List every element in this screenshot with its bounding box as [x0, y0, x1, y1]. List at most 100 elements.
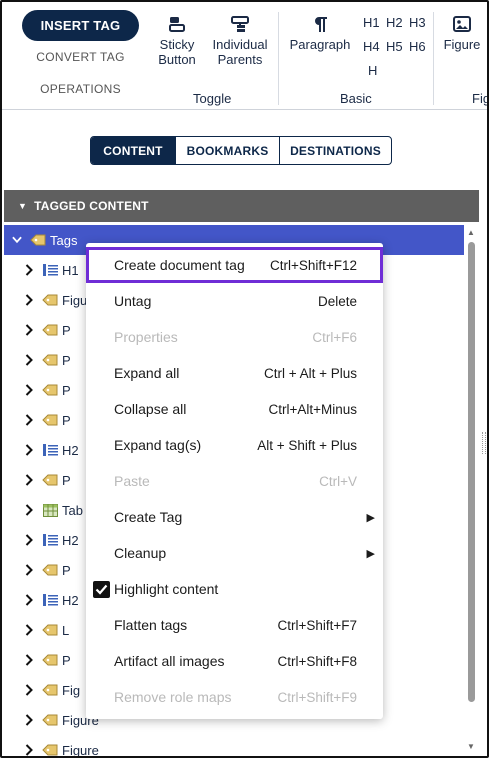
figure-tag-button[interactable]: Figure: [440, 16, 484, 52]
paragraph-tag-button[interactable]: Paragraph: [286, 16, 354, 52]
chevron-right-icon[interactable]: [24, 465, 34, 495]
tag-icon: [42, 653, 58, 667]
menu-item-artifact-all-images[interactable]: Artifact all images Ctrl+Shift+F8: [86, 643, 383, 679]
figure-label: Figure: [443, 37, 481, 52]
h5-tag-button[interactable]: H5: [386, 39, 403, 54]
tree-item-label: H2: [62, 442, 79, 458]
menu-item-untag[interactable]: Untag Delete: [86, 283, 383, 319]
menu-item-label: Create Tag: [114, 509, 183, 525]
sticky-button-toggle[interactable]: Sticky Button: [154, 16, 200, 67]
checkbox-checked-icon[interactable]: [93, 580, 110, 598]
heading-icon: [42, 593, 58, 607]
chevron-right-icon[interactable]: [24, 315, 34, 345]
convert-tag-button[interactable]: CONVERT TAG: [22, 50, 139, 64]
chevron-right-icon[interactable]: [24, 585, 34, 615]
tree-item-label: H1: [62, 262, 79, 278]
individual-parents-icon: [231, 16, 249, 32]
menu-item-label: Artifact all images: [114, 653, 225, 669]
h6-tag-button[interactable]: H6: [409, 39, 426, 54]
sticky-button-label: Sticky Button: [158, 37, 196, 67]
tagged-content-title: TAGGED CONTENT: [34, 199, 149, 213]
collapse-triangle-icon: ▼: [18, 201, 28, 211]
chevron-right-icon[interactable]: [24, 675, 34, 705]
tag-icon: [42, 473, 58, 487]
tab-content[interactable]: CONTENT: [91, 137, 175, 164]
menu-item-label: Collapse all: [114, 401, 187, 417]
menu-item-flatten-tags[interactable]: Flatten tags Ctrl+Shift+F7: [86, 607, 383, 643]
paragraph-label: Paragraph: [289, 37, 351, 52]
menu-item-shortcut: Ctrl + Alt + Plus: [263, 365, 357, 381]
menu-item-expand-all[interactable]: Expand all Ctrl + Alt + Plus: [86, 355, 383, 391]
tag-icon: [42, 683, 58, 697]
chevron-right-icon[interactable]: [24, 405, 34, 435]
menu-item-collapse-all[interactable]: Collapse all Ctrl+Alt+Minus: [86, 391, 383, 427]
menu-item-remove-role-maps: Remove role maps Ctrl+Shift+F9: [86, 679, 383, 715]
menu-item-label: Remove role maps: [114, 689, 232, 705]
tree-item-label: Tab: [62, 502, 83, 518]
chevron-right-icon[interactable]: [24, 645, 34, 675]
tag-icon: [42, 353, 58, 367]
menu-item-label: Highlight content: [114, 581, 219, 597]
h4-tag-button[interactable]: H4: [363, 39, 380, 54]
h-tag-button[interactable]: H: [368, 63, 377, 78]
menu-item-shortcut: Ctrl+Shift+F7: [277, 617, 357, 633]
image-icon: [453, 16, 471, 32]
menu-item-create-tag[interactable]: Create Tag ▶: [86, 499, 383, 535]
menu-item-expand-tag-s[interactable]: Expand tag(s) Alt + Shift + Plus: [86, 427, 383, 463]
tab-bookmarks[interactable]: BOOKMARKS: [175, 137, 279, 164]
tree-item-label: P: [62, 382, 71, 398]
tag-icon: [30, 233, 46, 247]
scrollbar-thumb[interactable]: [468, 242, 475, 702]
menu-item-label: Flatten tags: [114, 617, 188, 633]
tree-item[interactable]: Figure: [4, 735, 464, 758]
chevron-right-icon[interactable]: [24, 435, 34, 465]
insert-tag-button[interactable]: INSERT TAG: [22, 10, 139, 41]
chevron-right-icon[interactable]: [24, 615, 34, 645]
chevron-right-icon[interactable]: [24, 705, 34, 735]
menu-item-shortcut: Alt + Shift + Plus: [257, 437, 357, 453]
paragraph-icon: [315, 17, 327, 32]
menu-item-cleanup[interactable]: Cleanup ▶: [86, 535, 383, 571]
scroll-down-arrow-icon[interactable]: ▼: [467, 742, 475, 751]
tree-item-label: Figure: [62, 742, 99, 758]
chevron-down-icon[interactable]: [12, 225, 22, 255]
individual-parents-toggle[interactable]: Individual Parents: [209, 16, 271, 67]
chevron-right-icon[interactable]: [24, 375, 34, 405]
menu-item-shortcut: Ctrl+V: [319, 473, 357, 489]
chevron-right-icon[interactable]: [24, 285, 34, 315]
panel-resize-handle[interactable]: [482, 432, 486, 454]
chevron-right-icon[interactable]: [24, 345, 34, 375]
chevron-right-icon[interactable]: [24, 255, 34, 285]
tab-destinations[interactable]: DESTINATIONS: [279, 137, 391, 164]
menu-item-shortcut: Ctrl+Shift+F9: [277, 689, 357, 705]
tree-root-label: Tags: [50, 232, 78, 248]
context-menu: Create document tag Ctrl+Shift+F12 Untag De…: [86, 243, 383, 719]
tag-icon: [42, 713, 58, 727]
menu-item-shortcut: Ctrl+Shift+F12: [269, 257, 357, 273]
tag-icon: [42, 383, 58, 397]
tree-item-label: P: [62, 322, 71, 338]
ribbon-divider: [433, 12, 434, 105]
h3-tag-button[interactable]: H3: [409, 15, 426, 30]
chevron-right-icon[interactable]: [24, 555, 34, 585]
h2-tag-button[interactable]: H2: [386, 15, 403, 30]
tag-icon: [42, 563, 58, 577]
menu-item-properties: Properties Ctrl+F6: [86, 319, 383, 355]
chevron-right-icon[interactable]: [24, 495, 34, 525]
menu-item-highlight-content[interactable]: Highlight content: [86, 571, 383, 607]
tree-item-label: P: [62, 472, 71, 488]
tree-item-label: L: [62, 622, 70, 638]
menu-item-label: Expand all: [114, 365, 180, 381]
sticky-button-icon: [169, 17, 185, 32]
tagged-content-header[interactable]: ▼ TAGGED CONTENT: [4, 190, 479, 222]
chevron-right-icon[interactable]: [24, 525, 34, 555]
chevron-right-icon[interactable]: [24, 735, 34, 756]
menu-item-create-document-tag[interactable]: Create document tag Ctrl+Shift+F12: [86, 247, 383, 283]
h1-tag-button[interactable]: H1: [363, 15, 380, 30]
tree-item-label: P: [62, 412, 71, 428]
menu-item-label: Expand tag(s): [114, 437, 202, 453]
menu-item-label: Paste: [114, 473, 150, 489]
scroll-up-arrow-icon[interactable]: ▲: [467, 228, 475, 237]
tree-item-label: Fig: [62, 682, 81, 698]
menu-item-label: Properties: [114, 329, 178, 345]
